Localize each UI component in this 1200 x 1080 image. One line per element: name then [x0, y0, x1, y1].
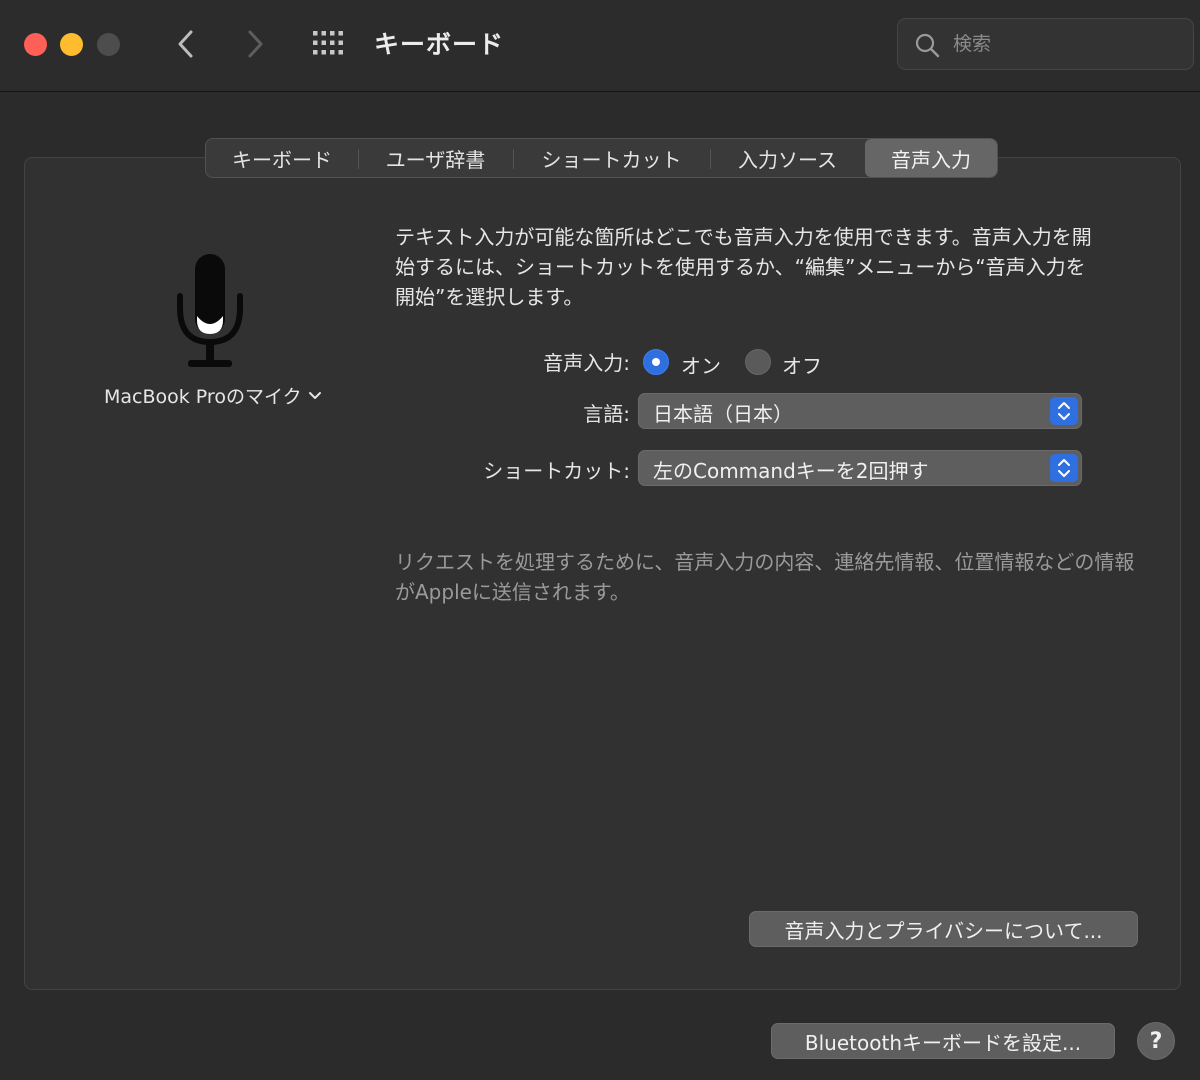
help-button[interactable]: ? [1137, 1022, 1175, 1060]
search-input[interactable] [953, 29, 1173, 59]
forward-button[interactable] [240, 26, 270, 62]
dictation-on-label[interactable]: オン [681, 350, 721, 379]
close-window-button[interactable] [24, 33, 47, 56]
microphone-icon [177, 254, 243, 367]
grid-icon [313, 31, 343, 55]
chevron-right-icon [248, 30, 263, 58]
language-value: 日本語（日本） [653, 402, 793, 426]
tab-bar: キーボード ユーザ辞書 ショートカット 入力ソース 音声入力 [205, 138, 998, 178]
up-down-chevron-icon [1058, 402, 1070, 420]
mic-source-menu[interactable]: MacBook Proのマイク [104, 382, 322, 409]
language-label: 言語: [583, 402, 630, 426]
window-title: キーボード [374, 30, 505, 59]
mic-source-label: MacBook Proのマイク [104, 386, 302, 408]
dictation-description: テキスト入力が可能な箇所はどこでも音声入力を使用できます。音声入力を開始するには… [395, 225, 1092, 309]
select-stepper [1050, 397, 1078, 425]
shortcut-select[interactable]: 左のCommandキーを2回押す [638, 450, 1082, 486]
back-button[interactable] [171, 26, 201, 62]
search-field[interactable] [897, 18, 1194, 70]
dictation-label: 音声入力: [543, 351, 630, 375]
title-bar: キーボード [0, 0, 1200, 92]
tab-shortcuts[interactable]: ショートカット [513, 139, 710, 177]
show-all-button[interactable] [312, 30, 346, 56]
tab-input-sources[interactable]: 入力ソース [710, 139, 865, 177]
chevron-left-icon [178, 30, 193, 58]
tab-user-dictionary[interactable]: ユーザ辞書 [358, 139, 513, 177]
dictation-off-label[interactable]: オフ [782, 350, 822, 379]
chevron-down-icon [308, 391, 321, 399]
minimize-window-button[interactable] [60, 33, 83, 56]
tab-dictation[interactable]: 音声入力 [865, 139, 997, 177]
select-stepper [1050, 454, 1078, 482]
dictation-off-radio[interactable] [745, 349, 771, 375]
language-select[interactable]: 日本語（日本） [638, 393, 1082, 429]
shortcut-value: 左のCommandキーを2回押す [653, 459, 929, 483]
zoom-window-button[interactable] [97, 33, 120, 56]
setup-bluetooth-keyboard-button[interactable]: Bluetoothキーボードを設定... [771, 1023, 1115, 1059]
privacy-note: リクエストを処理するために、音声入力の内容、連絡先情報、位置情報などの情報がAp… [395, 550, 1135, 604]
dictation-privacy-button[interactable]: 音声入力とプライバシーについて... [749, 911, 1138, 947]
shortcut-label: ショートカット: [483, 459, 630, 483]
tab-keyboard[interactable]: キーボード [206, 139, 358, 177]
microphone-level [172, 250, 248, 372]
search-icon [915, 33, 940, 58]
dictation-on-radio[interactable] [643, 349, 669, 375]
up-down-chevron-icon [1058, 459, 1070, 477]
